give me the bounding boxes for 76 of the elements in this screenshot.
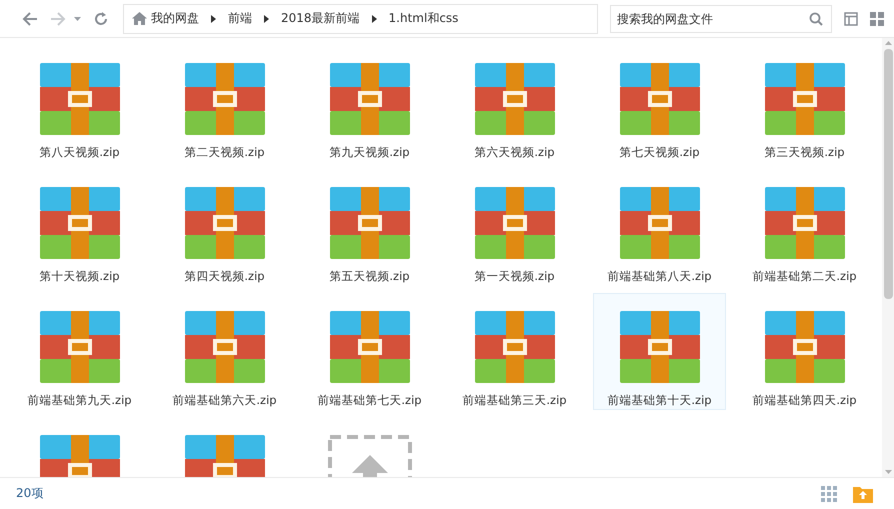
archive-file-icon <box>40 63 120 135</box>
file-name: 前端基础第四天.zip <box>752 393 857 408</box>
archive-file-icon <box>764 63 844 135</box>
archive-file-icon <box>620 311 700 383</box>
archive-file-icon <box>474 187 554 259</box>
file-name: 第三天视频.zip <box>764 145 845 160</box>
layout-panel-icon[interactable] <box>844 12 858 26</box>
file-name: 第八天视频.zip <box>39 145 120 160</box>
file-name: 前端基础第三天.zip <box>462 393 567 408</box>
file-name: 第五天视频.zip <box>329 269 410 284</box>
scrollbar-thumb[interactable] <box>884 49 892 299</box>
archive-file-icon <box>184 311 264 383</box>
scroll-down-icon[interactable] <box>884 470 892 474</box>
archive-file-icon <box>40 311 120 383</box>
dropdown-icon[interactable] <box>74 16 81 20</box>
file-name: 第十天视频.zip <box>39 269 120 284</box>
file-name: 第一天视频.zip <box>474 269 555 284</box>
file-tile[interactable]: 前端基础第三天.zip <box>448 293 581 410</box>
file-tile[interactable]: 前端基础第九天.zip <box>13 293 146 410</box>
grid-view-icon[interactable] <box>821 486 837 502</box>
file-tile[interactable]: 前端基础第八天.zip <box>593 169 726 286</box>
file-tile[interactable]: 第六天视频.zip <box>448 45 581 162</box>
file-tile[interactable]: 第十天视频.zip <box>13 169 146 286</box>
breadcrumb-link[interactable]: 2018最新前端 <box>281 10 360 27</box>
item-count: 20项 <box>16 485 44 502</box>
archive-file-icon <box>474 311 554 383</box>
file-tile[interactable]: 前端基础第四天.zip <box>738 293 871 410</box>
scrollbar[interactable] <box>882 38 894 477</box>
archive-file-icon <box>620 187 700 259</box>
file-name: 前端基础第六天.zip <box>172 393 277 408</box>
breadcrumb-link[interactable]: 我的网盘 <box>151 10 199 27</box>
file-name: 第九天视频.zip <box>329 145 410 160</box>
separator-arrow-icon[interactable] <box>264 14 269 22</box>
archive-file-icon <box>40 187 120 259</box>
archive-file-icon <box>184 187 264 259</box>
archive-file-icon <box>330 311 410 383</box>
file-tile[interactable]: 第一天视频.zip <box>448 169 581 286</box>
refresh-icon[interactable] <box>93 10 109 26</box>
file-tile[interactable]: 第八天视频.zip <box>13 45 146 162</box>
file-tile[interactable]: 前端基础第七天.zip <box>303 293 436 410</box>
archive-file-icon <box>330 63 410 135</box>
file-tile[interactable]: 前端基础第六天.zip <box>158 293 291 410</box>
grid-view-icon[interactable] <box>870 12 884 26</box>
file-name: 前端基础第十天.zip <box>607 393 712 408</box>
scroll-up-icon[interactable] <box>884 41 892 45</box>
file-name: 第六天视频.zip <box>474 145 555 160</box>
breadcrumb-link[interactable]: 前端 <box>228 10 252 27</box>
file-name: 第四天视频.zip <box>184 269 265 284</box>
back-icon[interactable] <box>22 12 38 26</box>
file-name: 前端基础第八天.zip <box>607 269 712 284</box>
breadcrumb-link[interactable]: 1.html和css <box>388 10 458 27</box>
archive-file-icon <box>330 187 410 259</box>
file-name: 前端基础第二天.zip <box>752 269 857 284</box>
file-tile[interactable]: 第九天视频.zip <box>303 45 436 162</box>
archive-file-icon <box>764 311 844 383</box>
file-tile[interactable]: 前端基础第十天.zip <box>593 293 726 410</box>
file-tile[interactable]: 第三天视频.zip <box>738 45 871 162</box>
file-name: 第七天视频.zip <box>619 145 700 160</box>
separator-arrow-icon[interactable] <box>372 14 377 22</box>
archive-file-icon <box>620 63 700 135</box>
file-tile[interactable]: 第五天视频.zip <box>303 169 436 286</box>
upload-folder-icon[interactable] <box>853 484 873 502</box>
file-tile[interactable]: 前端基础第二天.zip <box>738 169 871 286</box>
file-name: 第二天视频.zip <box>184 145 265 160</box>
file-name: 前端基础第七天.zip <box>317 393 422 408</box>
search-icon[interactable] <box>809 12 823 26</box>
file-tile[interactable]: 第七天视频.zip <box>593 45 726 162</box>
search-field[interactable]: 搜索我的网盘文件 <box>610 4 832 32</box>
file-name: 前端基础第九天.zip <box>27 393 132 408</box>
file-tile[interactable]: 第四天视频.zip <box>158 169 291 286</box>
separator-arrow-icon[interactable] <box>211 14 216 22</box>
archive-file-icon <box>474 63 554 135</box>
archive-file-icon <box>184 63 264 135</box>
home-icon[interactable] <box>132 12 147 25</box>
file-tile[interactable]: 第二天视频.zip <box>158 45 291 162</box>
archive-file-icon <box>764 187 844 259</box>
